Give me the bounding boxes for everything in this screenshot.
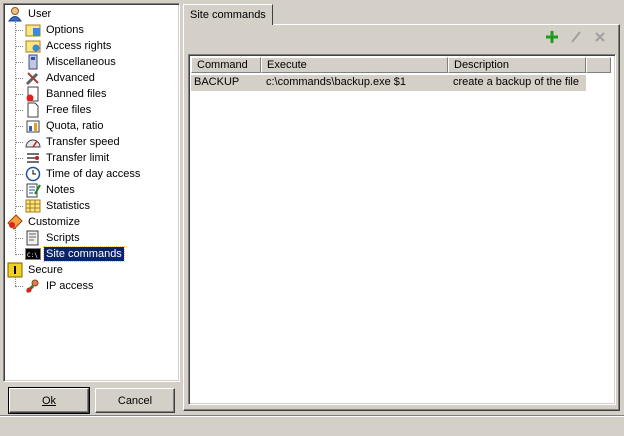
- tree-item-transfer-speed[interactable]: Transfer speed: [15, 134, 122, 150]
- access-rights-icon: [25, 38, 41, 54]
- plus-icon: [545, 30, 559, 49]
- tree-item-label: Transfer speed: [46, 136, 120, 148]
- tree-item-label: IP access: [46, 280, 94, 292]
- notes-icon: [25, 182, 41, 198]
- banned-file-icon: [25, 86, 41, 102]
- tab-label: Site commands: [190, 9, 266, 21]
- column-header-filler: [586, 57, 611, 73]
- tree-item-label: Scripts: [46, 232, 80, 244]
- statistics-icon: [25, 198, 41, 214]
- tree-item-access-rights[interactable]: Access rights: [15, 38, 113, 54]
- tree-node-label: Secure: [28, 264, 63, 276]
- tree-item-time-of-day-access[interactable]: Time of day access: [15, 166, 142, 182]
- command-toolbar: [543, 30, 609, 50]
- column-header-description[interactable]: Description: [448, 57, 586, 73]
- tree-item-banned-files[interactable]: Banned files: [15, 86, 109, 102]
- tree-item-label: Quota, ratio: [46, 120, 104, 132]
- file-icon: [25, 102, 41, 118]
- delete-icon: [593, 30, 607, 49]
- tree-node-user[interactable]: User: [7, 6, 53, 22]
- cancel-button-label: Cancel: [117, 394, 153, 407]
- tree-item-label: Notes: [46, 184, 75, 196]
- lock-icon: [7, 262, 23, 278]
- tree-item-site-commands[interactable]: C:\ Site commands: [15, 246, 125, 262]
- column-header-label: Description: [454, 59, 510, 71]
- script-icon: [25, 230, 41, 246]
- options-icon: [25, 22, 41, 38]
- tree-item-options[interactable]: Options: [15, 22, 86, 38]
- column-header-label: Command: [197, 59, 248, 71]
- pencil-icon: [569, 30, 583, 49]
- limit-icon: [25, 150, 41, 166]
- tree-node-label: Customize: [28, 216, 80, 228]
- tree-item-free-files[interactable]: Free files: [15, 102, 93, 118]
- tree-item-label: Banned files: [46, 88, 107, 100]
- ok-button[interactable]: Ok: [8, 387, 90, 414]
- cell-description: create a backup of the file: [453, 76, 579, 88]
- status-bar: [0, 415, 624, 436]
- tree-item-label: Miscellaneous: [46, 56, 116, 68]
- ok-button-label: Ok: [41, 394, 57, 407]
- column-header-command[interactable]: Command: [191, 57, 261, 73]
- console-icon: C:\: [25, 246, 41, 262]
- tree-item-notes[interactable]: Notes: [15, 182, 77, 198]
- cell-execute: c:\commands\backup.exe $1: [266, 76, 407, 88]
- add-command-button[interactable]: [543, 30, 561, 48]
- tree-item-label: Advanced: [46, 72, 95, 84]
- user-icon: [7, 6, 23, 22]
- tools-icon: [25, 70, 41, 86]
- tree-item-label: Site commands: [43, 246, 125, 262]
- tree-item-label: Free files: [46, 104, 92, 116]
- tree-item-transfer-limit[interactable]: Transfer limit: [15, 150, 111, 166]
- clock-icon: [25, 166, 41, 182]
- table-row[interactable]: BACKUP c:\commands\backup.exe $1 create …: [191, 75, 586, 91]
- miscellaneous-icon: [25, 54, 41, 70]
- ip-access-icon: [25, 278, 41, 294]
- cell-command: BACKUP: [194, 76, 240, 88]
- cancel-button[interactable]: Cancel: [95, 388, 175, 413]
- tree-item-quota-ratio[interactable]: Quota, ratio: [15, 118, 105, 134]
- tree-item-scripts[interactable]: Scripts: [15, 230, 82, 246]
- customize-icon: [7, 214, 23, 230]
- svg-text:C:\: C:\: [27, 252, 38, 259]
- tree-item-ip-access[interactable]: IP access: [15, 278, 96, 294]
- tree-node-label: User: [28, 8, 52, 20]
- tree-item-advanced[interactable]: Advanced: [15, 70, 97, 86]
- column-header-label: Execute: [267, 59, 307, 71]
- tree-item-label: Transfer limit: [46, 152, 110, 164]
- tree-item-label: Options: [46, 24, 84, 36]
- column-header-execute[interactable]: Execute: [261, 57, 448, 73]
- quota-icon: [25, 118, 41, 134]
- tree-item-statistics[interactable]: Statistics: [15, 198, 92, 214]
- site-commands-list[interactable]: Command Execute Description BACKUP c:\co…: [188, 54, 616, 405]
- delete-command-button[interactable]: [591, 30, 609, 48]
- settings-tree[interactable]: User Options Access rights Miscellaneous…: [3, 3, 180, 382]
- tree-item-label: Statistics: [46, 200, 91, 212]
- tab-site-commands[interactable]: Site commands: [183, 4, 273, 25]
- edit-command-button[interactable]: [567, 30, 585, 48]
- tree-item-miscellaneous[interactable]: Miscellaneous: [15, 54, 118, 70]
- tree-node-customize[interactable]: Customize: [7, 214, 82, 230]
- tree-item-label: Time of day access: [46, 168, 141, 180]
- tree-item-label: Access rights: [46, 40, 112, 52]
- speedometer-icon: [25, 134, 41, 150]
- tree-node-secure[interactable]: Secure: [7, 262, 65, 278]
